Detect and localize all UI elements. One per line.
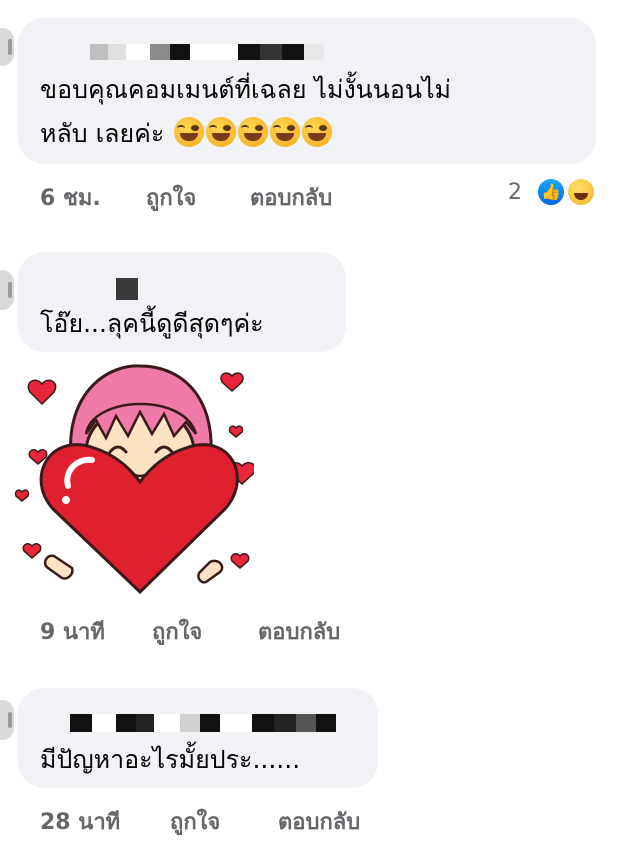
redacted-username[interactable] [116, 278, 138, 300]
comment-bubble: ขอบคุณคอมเมนต์ที่เฉลย ไม่งั้นนอนไม่ หลับ… [18, 18, 596, 164]
comment-text: มีปัญหาอะไรมั้ยประ...... [40, 745, 301, 774]
like-button[interactable]: ถูกใจ [170, 804, 220, 839]
reaction-count[interactable]: 2 [508, 180, 522, 205]
like-icon[interactable]: 👍 [536, 177, 566, 207]
redacted-username[interactable] [90, 44, 324, 60]
comment-text-line2: หลับ เลยค่ะ [40, 116, 333, 152]
comment-text-continued: หลับ เลยค่ะ [40, 119, 165, 148]
like-button[interactable]: ถูกใจ [152, 614, 202, 649]
comment-bubble: มีปัญหาอะไรมั้ยประ...... [18, 688, 378, 788]
avatar[interactable] [0, 700, 14, 740]
rofl-emoji-icon [206, 117, 237, 147]
redacted-username[interactable] [70, 714, 336, 732]
avatar[interactable] [0, 270, 14, 310]
rofl-emoji-icon [238, 117, 269, 147]
reply-button[interactable]: ตอบกลับ [250, 180, 332, 215]
reply-button[interactable]: ตอบกลับ [258, 614, 340, 649]
haha-icon[interactable] [566, 177, 596, 207]
comment-text: โอ๊ย...ลุคนี้ดูดีสุดๆค่ะ [40, 309, 264, 338]
comment-bubble: โอ๊ย...ลุคนี้ดูดีสุดๆค่ะ [18, 252, 346, 352]
reply-button[interactable]: ตอบกลับ [278, 804, 360, 839]
comment-text: ขอบคุณคอมเมนต์ที่เฉลย ไม่งั้นนอนไม่ [40, 75, 452, 104]
girl-holding-heart-sticker [14, 364, 254, 595]
comment-timestamp[interactable]: 6 ชม. [40, 180, 101, 215]
rofl-emoji-icon [174, 117, 205, 147]
rofl-emoji-icon [302, 117, 333, 147]
rofl-emoji-icon [270, 117, 301, 147]
comment-timestamp[interactable]: 9 นาที [40, 614, 105, 649]
comment-timestamp[interactable]: 28 นาที [40, 804, 120, 839]
avatar[interactable] [0, 28, 14, 66]
like-button[interactable]: ถูกใจ [146, 180, 196, 215]
